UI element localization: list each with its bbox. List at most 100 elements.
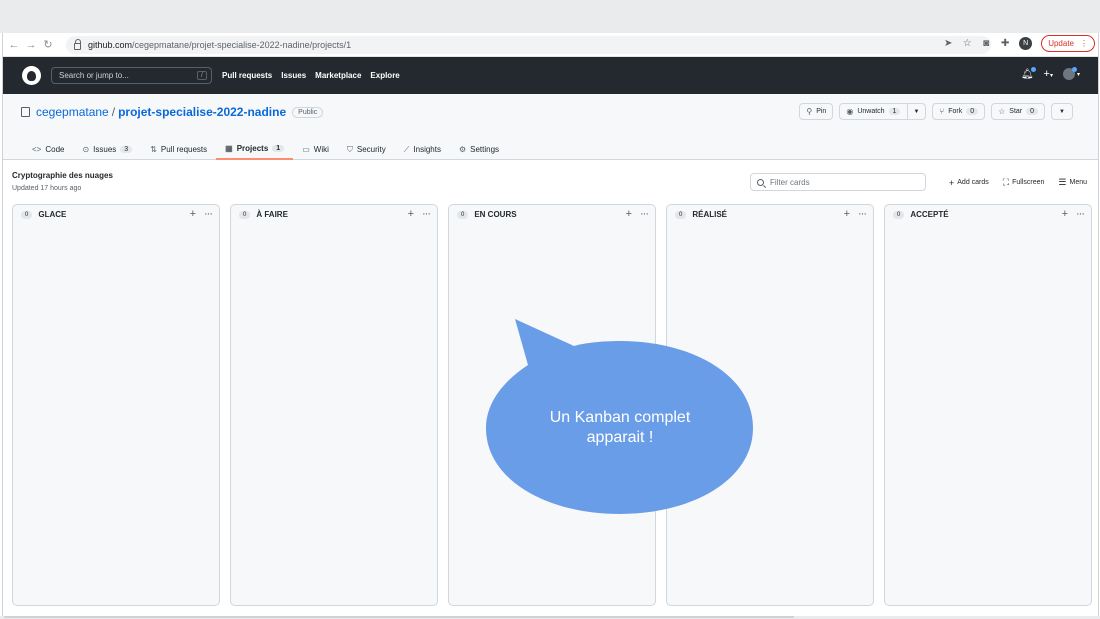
fork-button[interactable]: ⑂ Fork 0 bbox=[932, 103, 986, 120]
notification-bell-icon[interactable]: 🔔︎ bbox=[1021, 66, 1036, 80]
chevron-down-icon: ▾ bbox=[1076, 71, 1080, 78]
chevron-down-icon: ▼ bbox=[1059, 108, 1065, 115]
fullscreen-icon: ⛶ bbox=[1002, 177, 1010, 187]
column-title: ACCEPTÉ bbox=[910, 210, 949, 219]
header-actions: 🔔︎ +▾ ▾ bbox=[1021, 66, 1080, 80]
add-cards-button[interactable]: + Add cards bbox=[949, 177, 989, 188]
column-header: 0 À FAIRE bbox=[239, 210, 288, 219]
pull-request-icon: ⇅ bbox=[150, 145, 157, 154]
tab-projects[interactable]: ▦ Projects 1 bbox=[216, 139, 294, 160]
reload-icon[interactable]: ↻ bbox=[42, 38, 54, 51]
column-header: 0 RÉALISÉ bbox=[675, 210, 727, 219]
chevron-down-icon[interactable]: ▼ bbox=[907, 104, 919, 119]
star-icon: ☆ bbox=[998, 107, 1006, 116]
filter-cards-field[interactable] bbox=[750, 173, 926, 191]
tab-security[interactable]: ⛉ Security bbox=[338, 139, 395, 160]
column-card-count: 0 bbox=[675, 210, 687, 219]
column-actions: + ··· bbox=[1062, 208, 1085, 220]
plus-icon: + bbox=[949, 177, 955, 188]
more-horizontal-icon[interactable]: ··· bbox=[1076, 208, 1085, 220]
nav-issues[interactable]: Issues bbox=[281, 71, 306, 80]
tab-pull-requests[interactable]: ⇅ Pull requests bbox=[141, 139, 216, 160]
column-header: 0 ACCEPTÉ bbox=[893, 210, 949, 219]
star-list-dropdown[interactable]: ▼ bbox=[1051, 103, 1073, 120]
visibility-badge: Public bbox=[292, 106, 324, 118]
tab-settings[interactable]: ⚙ Settings bbox=[450, 139, 508, 160]
column-title: EN COURS bbox=[474, 210, 517, 219]
add-card-plus-icon[interactable]: + bbox=[190, 208, 196, 220]
more-horizontal-icon[interactable]: ··· bbox=[204, 208, 213, 220]
send-icon[interactable]: ➤ bbox=[943, 38, 953, 49]
eye-icon: ◉ bbox=[846, 107, 854, 116]
camera-icon[interactable]: ◙ bbox=[981, 38, 991, 49]
tab-issues[interactable]: ⊙ Issues 3 bbox=[73, 139, 141, 160]
more-horizontal-icon[interactable]: ··· bbox=[640, 208, 649, 220]
search-icon bbox=[757, 178, 764, 186]
graph-icon: ⟋ bbox=[403, 144, 410, 154]
repo-separator: / bbox=[111, 105, 116, 119]
update-button[interactable]: Update ⋮ bbox=[1041, 35, 1095, 52]
star-button[interactable]: ☆ Star 0 bbox=[991, 103, 1046, 120]
column-title: GLACE bbox=[38, 210, 67, 219]
nav-explore[interactable]: Explore bbox=[370, 71, 399, 80]
more-horizontal-icon[interactable]: ··· bbox=[858, 208, 867, 220]
column-a-faire: 0 À FAIRE + ··· bbox=[230, 204, 438, 606]
extensions-icon[interactable]: ✚ bbox=[1000, 38, 1010, 49]
lock-icon bbox=[74, 38, 81, 50]
global-nav: Pull requests Issues Marketplace Explore bbox=[222, 71, 400, 80]
global-search-input[interactable]: Search or jump to... / bbox=[51, 67, 212, 84]
column-header: 0 GLACE bbox=[21, 210, 66, 219]
back-arrow-icon[interactable]: ← bbox=[8, 39, 20, 51]
filter-cards-input[interactable] bbox=[770, 177, 920, 187]
pin-button[interactable]: ⚲ Pin bbox=[799, 103, 834, 120]
project-title[interactable]: Cryptographie des nuages bbox=[12, 171, 113, 180]
shortcut-key: / bbox=[197, 71, 207, 80]
project-toolbar: Cryptographie des nuages Updated 17 hour… bbox=[3, 160, 1098, 204]
add-card-plus-icon[interactable]: + bbox=[408, 208, 414, 220]
nav-marketplace[interactable]: Marketplace bbox=[315, 71, 361, 80]
column-title: À FAIRE bbox=[256, 210, 288, 219]
unwatch-button[interactable]: ◉ Unwatch 1 ▼ bbox=[839, 103, 927, 120]
book-icon: ▭ bbox=[302, 145, 310, 154]
column-accepte: 0 ACCEPTÉ + ··· bbox=[884, 204, 1092, 606]
column-card-count: 0 bbox=[457, 210, 469, 219]
column-actions: + ··· bbox=[844, 208, 867, 220]
tab-wiki[interactable]: ▭ Wiki bbox=[293, 139, 338, 160]
pin-icon: ⚲ bbox=[806, 107, 813, 116]
bookmark-star-icon[interactable]: ☆ bbox=[962, 38, 972, 49]
tab-code[interactable]: <> Code bbox=[23, 139, 73, 160]
more-horizontal-icon[interactable]: ··· bbox=[422, 208, 431, 220]
slide-progress-bar bbox=[4, 616, 794, 618]
add-card-plus-icon[interactable]: + bbox=[626, 208, 632, 220]
fork-icon: ⑂ bbox=[939, 107, 945, 116]
issue-icon: ⊙ bbox=[82, 145, 90, 154]
add-card-plus-icon[interactable]: + bbox=[844, 208, 850, 220]
menu-button[interactable]: ☰ Menu bbox=[1058, 177, 1087, 188]
profile-avatar[interactable]: N bbox=[1019, 37, 1033, 50]
repo-actions: ⚲ Pin ◉ Unwatch 1 ▼ ⑂ Fork 0 ☆ Star 0 ▼ bbox=[799, 103, 1073, 120]
user-avatar bbox=[1062, 67, 1077, 80]
repo-owner-link[interactable]: cegepmatane bbox=[36, 105, 109, 119]
repo-icon bbox=[21, 107, 30, 117]
create-new-icon[interactable]: +▾ bbox=[1044, 68, 1053, 80]
column-glace: 0 GLACE + ··· bbox=[12, 204, 220, 606]
column-actions: + ··· bbox=[190, 208, 213, 220]
repo-name-link[interactable]: projet-specialise-2022-nadine bbox=[118, 105, 286, 119]
address-bar[interactable]: github.com/cegepmatane/projet-specialise… bbox=[66, 36, 991, 54]
column-actions: + ··· bbox=[408, 208, 431, 220]
shield-icon: ⛉ bbox=[346, 144, 353, 154]
nav-pull-requests[interactable]: Pull requests bbox=[222, 71, 272, 80]
url-text: github.com/cegepmatane/projet-specialise… bbox=[88, 40, 352, 50]
forward-arrow-icon[interactable]: → bbox=[25, 39, 37, 51]
project-updated-time: Updated 17 hours ago bbox=[12, 185, 82, 192]
github-logo-icon[interactable] bbox=[22, 66, 41, 85]
column-actions: + ··· bbox=[626, 208, 649, 220]
column-card-count: 0 bbox=[21, 210, 33, 219]
add-card-plus-icon[interactable]: + bbox=[1062, 208, 1068, 220]
user-menu[interactable]: ▾ bbox=[1062, 67, 1080, 80]
browser-actions: ➤ ☆ ◙ ✚ N Update ⋮ bbox=[943, 35, 1098, 52]
tab-insights[interactable]: ⟋ Insights bbox=[395, 139, 450, 160]
repo-tabs: <> Code ⊙ Issues 3 ⇅ Pull requests ▦ Projects… bbox=[23, 139, 508, 160]
column-card-count: 0 bbox=[893, 210, 905, 219]
fullscreen-button[interactable]: ⛶ Fullscreen bbox=[1003, 177, 1045, 188]
